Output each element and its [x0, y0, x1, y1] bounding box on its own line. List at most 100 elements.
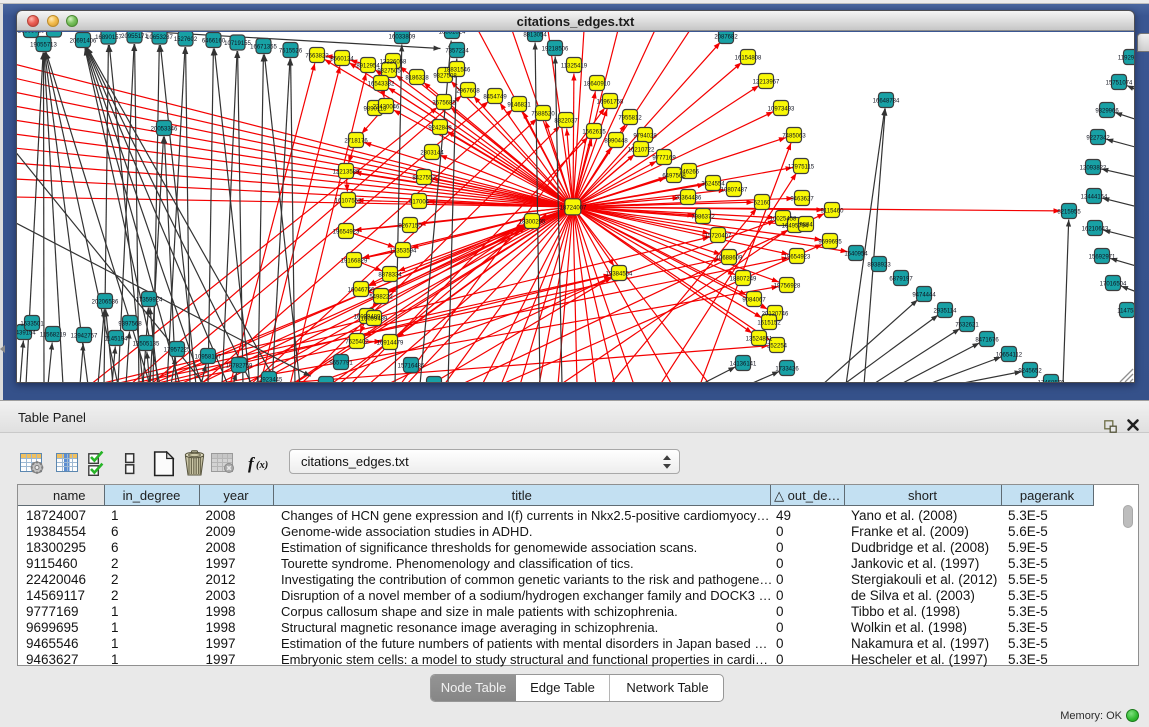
svg-text:19654923: 19654923	[333, 229, 360, 235]
svg-text:16210722: 16210722	[628, 147, 655, 153]
svg-text:18807249: 18807249	[730, 276, 757, 282]
svg-text:17359924: 17359924	[136, 297, 163, 303]
svg-text:9884: 9884	[799, 222, 813, 228]
svg-text:1640954: 1640954	[844, 251, 868, 257]
svg-text:12093822: 12093822	[1080, 165, 1107, 171]
svg-text:9794028: 9794028	[633, 133, 657, 139]
svg-text:15716485: 15716485	[398, 363, 425, 369]
svg-text:19055713: 19055713	[30, 42, 57, 48]
svg-text:3675685: 3675685	[432, 100, 456, 106]
svg-text:2967608: 2967608	[456, 88, 480, 94]
svg-text:2087682: 2087682	[714, 34, 738, 40]
svg-text:10653287: 10653287	[146, 35, 173, 41]
svg-text:17975115: 17975115	[788, 164, 815, 170]
svg-text:15751074: 15751074	[1106, 80, 1133, 86]
svg-text:9227342: 9227342	[1086, 135, 1110, 141]
svg-text:16107552: 16107552	[335, 198, 362, 204]
svg-text:19756928: 19756928	[774, 283, 801, 289]
svg-text:2803144: 2803144	[420, 150, 444, 156]
svg-text:20364436: 20364436	[675, 195, 702, 201]
svg-text:11325419: 11325419	[561, 63, 588, 69]
svg-text:1615152: 1615152	[757, 320, 781, 326]
svg-text:19166829: 19166829	[341, 258, 368, 264]
svg-text:8990448: 8990448	[604, 138, 628, 144]
svg-text:8186328: 8186328	[405, 75, 429, 81]
svg-text:9146821: 9146821	[507, 102, 531, 108]
svg-text:f: f	[248, 454, 256, 473]
svg-text:12505135: 12505135	[133, 341, 160, 347]
svg-text:16782759: 16782759	[226, 363, 253, 369]
svg-text:62160: 62160	[754, 200, 771, 206]
svg-text:7986372: 7986372	[691, 214, 715, 220]
svg-text:7632621: 7632621	[955, 322, 979, 328]
svg-text:2439154: 2439154	[17, 330, 36, 336]
svg-text:17957225: 17957225	[164, 347, 191, 353]
svg-text:18724007: 18724007	[560, 205, 587, 211]
svg-text:9327508: 9327508	[433, 73, 457, 79]
svg-text:17468570: 17468570	[1038, 380, 1065, 382]
svg-text:13524851: 13524851	[746, 336, 773, 342]
svg-text:6879197: 6879197	[889, 276, 913, 282]
svg-text:9397568: 9397568	[118, 321, 142, 327]
svg-text:16046766: 16046766	[348, 287, 375, 293]
svg-text:13226058: 13226058	[380, 59, 407, 65]
svg-text:16099489: 16099489	[361, 316, 388, 322]
svg-text:11568219: 11568219	[40, 332, 67, 338]
svg-text:114753: 114753	[1117, 308, 1134, 314]
svg-text:9327505: 9327505	[377, 68, 401, 74]
svg-text:6497568: 6497568	[662, 173, 686, 179]
svg-text:2935114: 2935114	[934, 308, 958, 314]
svg-text:12942757: 12942757	[71, 333, 98, 339]
svg-text:15720407: 15720407	[705, 233, 732, 239]
svg-text:9657791: 9657791	[329, 360, 353, 366]
svg-text:10025458: 10025458	[770, 216, 797, 222]
svg-text:16890157: 16890157	[95, 35, 122, 41]
svg-text:1145194: 1145194	[105, 336, 129, 342]
svg-text:7625402: 7625402	[345, 339, 369, 345]
svg-text:16210643: 16210643	[1082, 226, 1109, 232]
svg-text:8454749: 8454749	[483, 94, 507, 100]
svg-text:252254: 252254	[767, 343, 788, 349]
svg-text:9242848: 9242848	[428, 125, 452, 131]
svg-text:16033809: 16033809	[389, 34, 416, 40]
svg-text:2718176: 2718176	[344, 138, 368, 144]
svg-text:10654112: 10654112	[996, 352, 1023, 358]
svg-text:7955812: 7955812	[618, 115, 642, 121]
svg-text:18831824: 18831824	[439, 32, 466, 35]
svg-text:7357224: 7357224	[445, 48, 469, 54]
svg-text:7485063: 7485063	[782, 133, 806, 139]
svg-text:22420046: 22420046	[373, 104, 400, 110]
svg-text:19218506: 19218506	[542, 46, 569, 52]
svg-text:(x): (x)	[256, 460, 268, 471]
svg-text:8267150: 8267150	[398, 223, 422, 229]
svg-text:12213967: 12213967	[753, 79, 780, 85]
svg-text:20206536: 20206536	[92, 299, 119, 305]
svg-text:18831546: 18831546	[444, 67, 471, 73]
svg-text:20955171: 20955171	[121, 34, 148, 40]
svg-text:5498222: 5498222	[369, 294, 393, 300]
svg-text:10958107: 10958107	[195, 354, 222, 360]
svg-text:1733426: 1733426	[775, 366, 799, 372]
svg-text:9463627: 9463627	[790, 196, 814, 202]
svg-text:9474444: 9474444	[912, 292, 936, 298]
svg-text:20053346: 20053346	[151, 126, 178, 132]
svg-text:12444154: 12444154	[1081, 194, 1108, 200]
svg-text:16961758: 16961758	[597, 99, 624, 105]
svg-text:16671355: 16671355	[250, 44, 277, 50]
svg-text:8878334: 8878334	[378, 272, 402, 278]
svg-text:1562615: 1562615	[582, 129, 606, 135]
svg-text:8813054: 8813054	[523, 32, 547, 38]
svg-text:9777169: 9777169	[652, 155, 676, 161]
svg-text:20120746: 20120746	[762, 311, 789, 317]
svg-text:14136141: 14136141	[730, 361, 757, 367]
svg-text:15692971: 15692971	[1089, 254, 1116, 260]
svg-text:1527602: 1527602	[174, 37, 198, 43]
svg-text:17016504: 17016504	[1100, 281, 1127, 287]
svg-text:8215955: 8215955	[1057, 209, 1081, 215]
svg-text:7663822: 7663822	[305, 53, 329, 59]
svg-text:8427552: 8427552	[412, 175, 436, 181]
svg-text:16648784: 16648784	[873, 98, 900, 104]
svg-text:7588520: 7588520	[531, 111, 555, 117]
svg-text:11929014: 11929014	[1118, 55, 1134, 61]
svg-text:16154808: 16154808	[735, 55, 762, 61]
